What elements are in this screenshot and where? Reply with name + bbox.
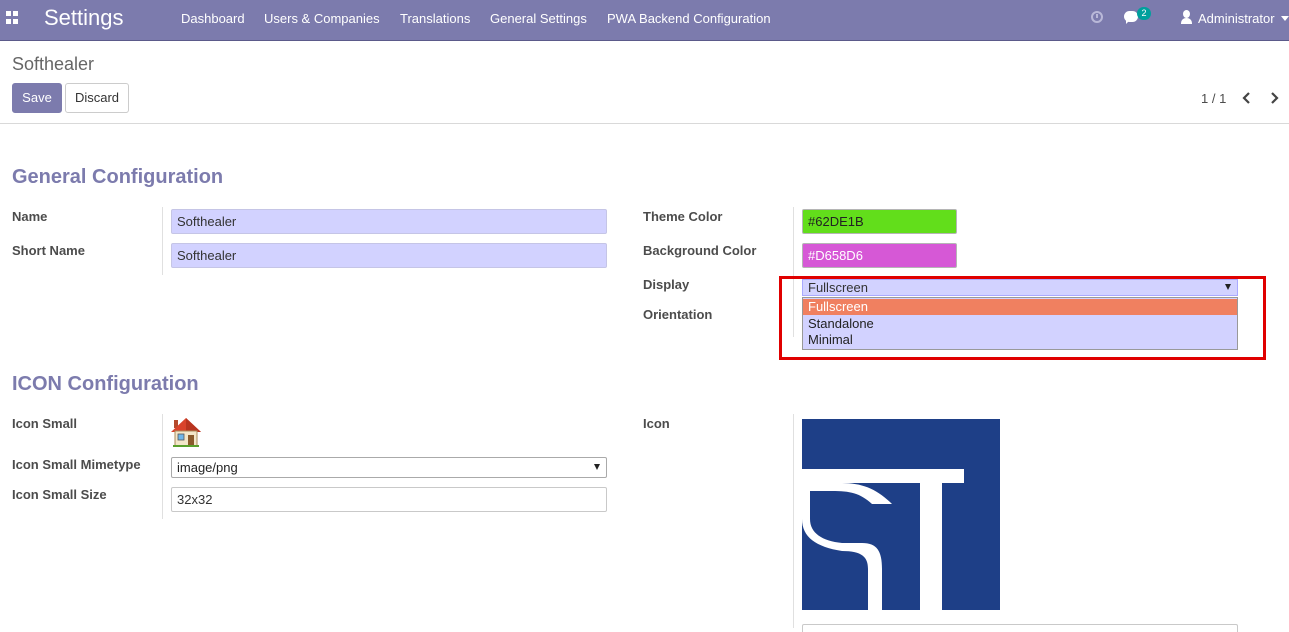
- icon-small-size-input[interactable]: 32x32: [171, 487, 607, 512]
- menu-translations[interactable]: Translations: [400, 11, 470, 26]
- clock-icon[interactable]: [1091, 11, 1103, 23]
- background-color-input[interactable]: #D658D6: [802, 243, 957, 268]
- field-separator: [162, 207, 163, 275]
- control-panel-divider: [0, 123, 1289, 124]
- user-menu[interactable]: Administrator: [1198, 11, 1275, 26]
- chat-count-badge: 2: [1137, 7, 1151, 20]
- menu-pwa-backend-configuration[interactable]: PWA Backend Configuration: [607, 11, 771, 26]
- mimetype-select-value: image/png: [177, 460, 238, 475]
- short-name-label: Short Name: [12, 243, 85, 258]
- icon-small-size-label: Icon Small Size: [12, 487, 107, 502]
- icon-field-border: [802, 624, 1238, 632]
- chevron-left-icon[interactable]: [1242, 92, 1252, 104]
- chevron-down-icon[interactable]: [1281, 16, 1289, 21]
- chat-icon[interactable]: [1124, 11, 1138, 24]
- icon-config-title: ICON Configuration: [12, 373, 199, 395]
- pager-value: 1 / 1: [1201, 91, 1227, 106]
- theme-color-label: Theme Color: [643, 209, 723, 224]
- chevron-right-icon[interactable]: [1269, 92, 1279, 104]
- name-label: Name: [12, 209, 48, 224]
- general-config-title: General Configuration: [12, 166, 224, 188]
- name-input[interactable]: Softhealer: [171, 209, 607, 234]
- orientation-label: Orientation: [643, 307, 713, 322]
- user-icon[interactable]: [1181, 10, 1192, 25]
- save-button[interactable]: Save: [12, 83, 62, 113]
- icon-label: Icon: [643, 416, 670, 431]
- menu-dashboard[interactable]: Dashboard: [181, 11, 245, 26]
- house-icon[interactable]: [170, 416, 202, 448]
- icon-small-label: Icon Small: [12, 416, 78, 431]
- theme-color-input[interactable]: #62DE1B: [802, 209, 957, 234]
- mimetype-select[interactable]: image/png: [171, 457, 607, 478]
- menu-users-companies[interactable]: Users & Companies: [264, 11, 380, 26]
- field-separator: [162, 414, 163, 519]
- menu-general-settings[interactable]: General Settings: [490, 11, 587, 26]
- background-color-label: Background Color: [643, 243, 757, 258]
- app-title: Settings: [44, 5, 124, 30]
- breadcrumb: Softhealer: [12, 54, 95, 74]
- short-name-input[interactable]: Softhealer: [171, 243, 607, 268]
- top-navbar: Settings Dashboard Users & Companies Tra…: [0, 0, 1289, 41]
- discard-button[interactable]: Discard: [65, 83, 129, 113]
- icon-small-mimetype-label: Icon Small Mimetype: [12, 457, 141, 472]
- softhealer-logo-icon[interactable]: [802, 419, 1000, 610]
- highlight-annotation: [779, 276, 1266, 360]
- apps-grid-icon[interactable]: [6, 11, 19, 24]
- display-label: Display: [643, 277, 690, 292]
- field-separator: [793, 414, 794, 628]
- caret-down-icon: [594, 464, 600, 470]
